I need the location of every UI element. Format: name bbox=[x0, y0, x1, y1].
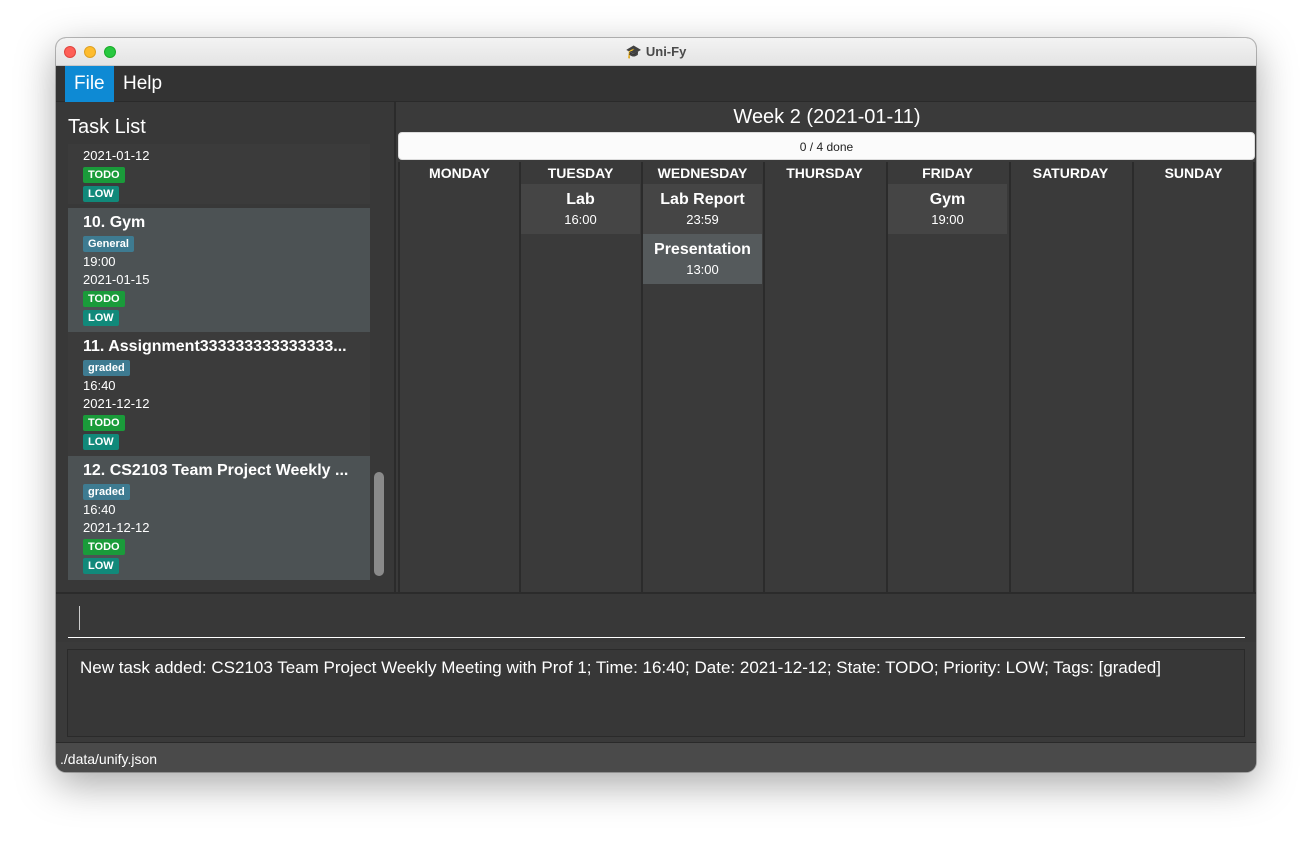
event-time: 19:00 bbox=[931, 212, 964, 227]
task-priority-badge: LOW bbox=[83, 434, 119, 450]
task-card[interactable]: 12. CS2103 Team Project Weekly ... grade… bbox=[68, 456, 370, 580]
task-tag-badge: graded bbox=[83, 360, 130, 376]
day-header: SATURDAY bbox=[1032, 165, 1109, 181]
task-priority-badge: LOW bbox=[83, 186, 119, 202]
day-header: WEDNESDAY bbox=[657, 165, 748, 181]
day-column-saturday: SATURDAY bbox=[1009, 162, 1130, 592]
result-message: New task added: CS2103 Team Project Week… bbox=[80, 658, 1161, 677]
task-date: 2021-12-12 bbox=[83, 396, 150, 411]
day-column-sunday: SUNDAY bbox=[1132, 162, 1255, 592]
app-window: 🎓 Uni-Fy File Help Task List 2021-01-12 T… bbox=[56, 38, 1256, 772]
week-panel: Week 2 (2021-01-11) 0 / 4 done MONDAY TU… bbox=[398, 102, 1256, 592]
day-header: MONDAY bbox=[429, 165, 490, 181]
day-header: FRIDAY bbox=[922, 165, 973, 181]
task-list-panel: Task List 2021-01-12 TODO LOW 10. Gym Ge… bbox=[56, 102, 396, 592]
text-caret bbox=[79, 606, 80, 630]
command-input[interactable] bbox=[68, 602, 1245, 638]
task-state-badge: TODO bbox=[83, 291, 125, 307]
menu-file[interactable]: File bbox=[65, 66, 114, 102]
task-card[interactable]: 2021-01-12 TODO LOW bbox=[68, 144, 370, 204]
task-state-badge: TODO bbox=[83, 415, 125, 431]
event-name: Lab Report bbox=[660, 191, 745, 208]
task-name: 10. Gym bbox=[83, 214, 146, 231]
command-box bbox=[56, 592, 1256, 642]
event-name: Lab bbox=[566, 191, 595, 208]
window-title-text: Uni-Fy bbox=[645, 44, 687, 59]
task-state-badge: TODO bbox=[83, 539, 125, 555]
menu-help[interactable]: Help bbox=[114, 66, 171, 102]
task-priority-badge: LOW bbox=[83, 310, 119, 326]
task-date: 2021-01-15 bbox=[83, 272, 150, 287]
save-file-path: ./data/unify.json bbox=[60, 751, 158, 767]
event-name: Gym bbox=[929, 191, 966, 208]
status-bar: ./data/unify.json bbox=[56, 742, 1256, 772]
task-card[interactable]: 11. Assignment333333333333333... graded … bbox=[68, 332, 370, 456]
day-header: THURSDAY bbox=[786, 165, 863, 181]
task-state-badge: TODO bbox=[83, 167, 125, 183]
task-time: 16:40 bbox=[83, 502, 116, 517]
week-progress-bar: 0 / 4 done bbox=[398, 132, 1255, 160]
task-name: 11. Assignment333333333333333... bbox=[83, 338, 347, 355]
task-time: 16:40 bbox=[83, 378, 116, 393]
day-header: TUESDAY bbox=[547, 165, 614, 181]
calendar-event[interactable]: Lab 16:00 bbox=[521, 184, 640, 234]
day-column-tuesday: TUESDAY Lab 16:00 bbox=[519, 162, 640, 592]
task-date: 2021-01-12 bbox=[83, 148, 150, 163]
task-name: 12. CS2103 Team Project Weekly ... bbox=[83, 462, 349, 479]
week-title: Week 2 (2021-01-11) bbox=[733, 106, 921, 128]
event-name: Presentation bbox=[654, 241, 751, 258]
title-bar: 🎓 Uni-Fy bbox=[56, 38, 1256, 66]
graduation-cap-icon: 🎓 bbox=[625, 44, 642, 59]
day-column-monday: MONDAY bbox=[398, 162, 519, 592]
task-date: 2021-12-12 bbox=[83, 520, 150, 535]
day-column-thursday: THURSDAY bbox=[763, 162, 884, 592]
task-time: 19:00 bbox=[83, 254, 116, 269]
task-tag-badge: General bbox=[83, 236, 134, 252]
day-header: SUNDAY bbox=[1164, 165, 1223, 181]
calendar-event[interactable]: Presentation 13:00 bbox=[643, 234, 762, 284]
task-card[interactable]: 10. Gym General 19:00 2021-01-15 TODO LO… bbox=[68, 208, 370, 332]
task-list-scrollbar[interactable] bbox=[374, 472, 384, 576]
menu-bar: File Help bbox=[56, 66, 1256, 102]
window-title: 🎓 Uni-Fy bbox=[56, 38, 1256, 66]
task-list-title: Task List bbox=[68, 116, 146, 138]
event-time: 23:59 bbox=[686, 212, 719, 227]
progress-text: 0 / 4 done bbox=[799, 140, 854, 154]
week-days: MONDAY TUESDAY Lab 16:00 WEDNESDAY Lab R… bbox=[398, 162, 1256, 592]
task-tag-badge: graded bbox=[83, 484, 130, 500]
calendar-event[interactable]: Gym 19:00 bbox=[888, 184, 1007, 234]
day-column-friday: FRIDAY Gym 19:00 bbox=[886, 162, 1007, 592]
day-column-wednesday: WEDNESDAY Lab Report 23:59 Presentation … bbox=[641, 162, 762, 592]
result-display: New task added: CS2103 Team Project Week… bbox=[67, 649, 1245, 737]
event-time: 16:00 bbox=[564, 212, 597, 227]
task-priority-badge: LOW bbox=[83, 558, 119, 574]
event-time: 13:00 bbox=[686, 262, 719, 277]
calendar-event[interactable]: Lab Report 23:59 bbox=[643, 184, 762, 234]
